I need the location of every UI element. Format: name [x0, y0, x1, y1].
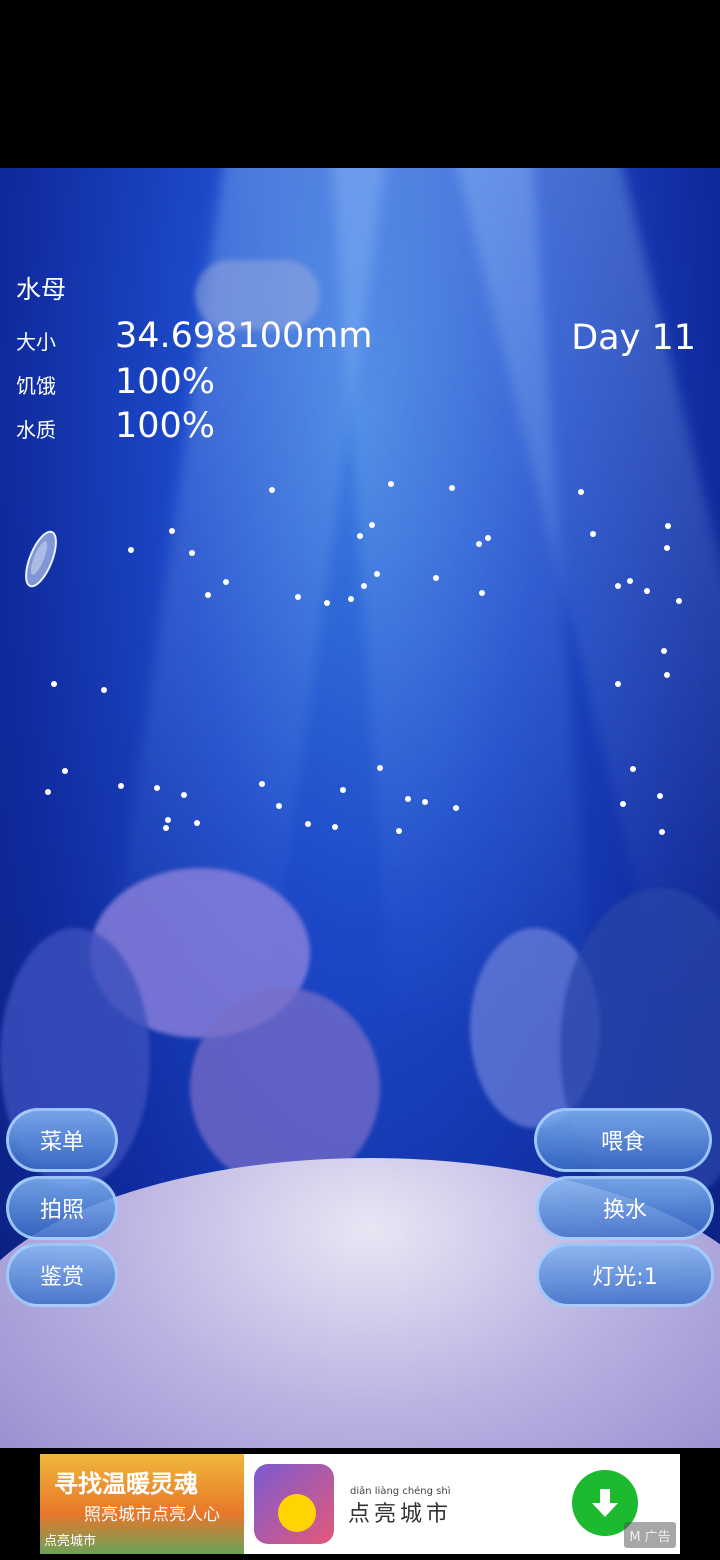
food-particle	[449, 485, 455, 491]
food-particle	[128, 547, 134, 553]
food-particle	[357, 533, 363, 539]
food-particle	[479, 590, 485, 596]
ad-banner[interactable]: 寻找温暖灵魂 照亮城市点亮人心 点亮城市 diǎn liàng chéng sh…	[0, 1448, 720, 1560]
appreciate-button[interactable]: 鉴赏	[6, 1243, 118, 1307]
food-particle	[361, 583, 367, 589]
food-particle	[665, 523, 671, 529]
food-particle	[369, 522, 375, 528]
food-particle	[396, 828, 402, 834]
food-particle	[332, 824, 338, 830]
food-particle	[388, 481, 394, 487]
smiley-face	[278, 1494, 316, 1532]
ad-card[interactable]: 寻找温暖灵魂 照亮城市点亮人心 点亮城市 diǎn liàng chéng sh…	[40, 1454, 680, 1554]
menu-button[interactable]: 菜单	[6, 1108, 118, 1172]
food-particle	[45, 789, 51, 795]
food-particle	[51, 681, 57, 687]
food-particle	[661, 648, 667, 654]
ad-mark: M 广告	[624, 1522, 676, 1548]
food-particle	[476, 541, 482, 547]
hunger-label: 饥饿	[16, 374, 56, 398]
ad-headline: 寻找温暖灵魂	[54, 1470, 198, 1498]
food-particle	[269, 487, 275, 493]
hud-title: 水母	[16, 275, 67, 304]
food-particle	[422, 799, 428, 805]
food-particle	[295, 594, 301, 600]
food-particle	[659, 829, 665, 835]
food-particle	[433, 575, 439, 581]
food-particle	[118, 783, 124, 789]
food-particle	[630, 766, 636, 772]
food-particle	[664, 672, 670, 678]
food-particle	[205, 592, 211, 598]
water-label: 水质	[16, 418, 56, 442]
food-particle	[644, 588, 650, 594]
food-particle	[163, 825, 169, 831]
ad-subline: 照亮城市点亮人心	[84, 1505, 220, 1525]
food-particle	[578, 489, 584, 495]
hunger-value: 100%	[115, 362, 216, 402]
day-counter: Day 11	[571, 318, 696, 358]
food-particle	[676, 598, 682, 604]
food-particle	[453, 805, 459, 811]
feed-button[interactable]: 喂食	[534, 1108, 712, 1172]
food-particle	[590, 531, 596, 537]
food-particle	[189, 550, 195, 556]
food-particle	[305, 821, 311, 827]
food-particle	[181, 792, 187, 798]
food-particle	[657, 793, 663, 799]
food-particle	[101, 687, 107, 693]
water-value: 100%	[115, 406, 216, 446]
food-particle	[664, 545, 670, 551]
food-particle	[169, 528, 175, 534]
food-particle	[194, 820, 200, 826]
ad-app-name: 点亮城市	[348, 1502, 453, 1527]
change-water-button[interactable]: 换水	[536, 1176, 714, 1240]
food-particle	[165, 817, 171, 823]
light-button[interactable]: 灯光:1	[536, 1243, 714, 1307]
food-particle	[276, 803, 282, 809]
food-particle	[259, 781, 265, 787]
food-particle	[405, 796, 411, 802]
size-value: 34.698100mm	[115, 316, 373, 356]
food-particle	[374, 571, 380, 577]
food-particle	[324, 600, 330, 606]
food-particle	[615, 583, 621, 589]
food-particle	[615, 681, 621, 687]
food-particle	[620, 801, 626, 807]
status-bar-blank	[0, 0, 720, 168]
photo-button[interactable]: 拍照	[6, 1176, 118, 1240]
food-particle	[348, 596, 354, 602]
food-particle	[154, 785, 160, 791]
food-particle	[62, 768, 68, 774]
food-particle	[627, 578, 633, 584]
food-particle	[223, 579, 229, 585]
jellyfish-icon[interactable]	[22, 528, 60, 590]
app-icon[interactable]	[254, 1464, 334, 1544]
size-label: 大小	[16, 330, 56, 354]
ad-banner-image[interactable]: 寻找温暖灵魂 照亮城市点亮人心 点亮城市	[40, 1454, 244, 1554]
food-particle	[377, 765, 383, 771]
aquarium-scene[interactable]: 水母 大小 34.698100mm Day 11 饥饿 100% 水质 100%…	[0, 168, 720, 1448]
food-particle	[340, 787, 346, 793]
food-particle	[485, 535, 491, 541]
ad-small-text: 点亮城市	[44, 1534, 97, 1549]
